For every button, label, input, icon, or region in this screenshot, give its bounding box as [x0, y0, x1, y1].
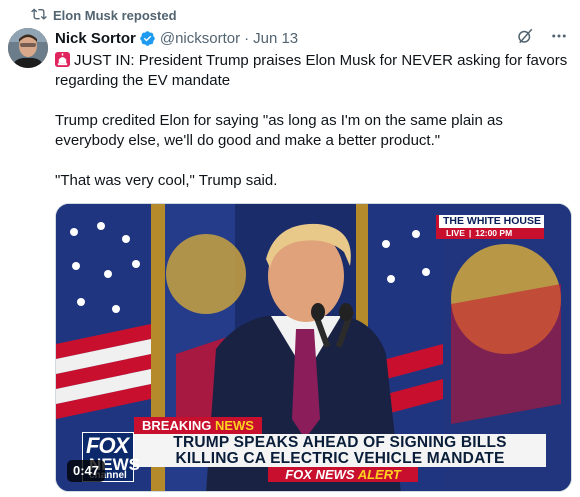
author-handle[interactable]: @nicksortor: [160, 30, 240, 47]
post-line-2: Trump credited Elon for saying "as long …: [55, 112, 503, 149]
alert-label-1: FOX NEWS: [285, 467, 355, 482]
grok-icon[interactable]: [516, 27, 534, 49]
repost-label: Elon Musk reposted: [53, 8, 177, 23]
post-line-3: "That was very cool," Trump said.: [55, 172, 278, 189]
post-text: JUST IN: President Trump praises Elon Mu…: [55, 51, 570, 191]
live-bar: LIVE | 12:00 PM: [436, 228, 544, 239]
separator-dot: ·: [244, 29, 250, 47]
repost-indicator[interactable]: Elon Musk reposted: [31, 6, 177, 25]
location-title: THE WHITE HOUSE: [436, 215, 544, 228]
siren-icon: [55, 52, 70, 67]
breaking-news-label: NEWS: [214, 418, 254, 433]
headline-line-2: KILLING CA ELECTRIC VEHICLE MANDATE: [175, 450, 505, 467]
breaking-label: BREAKING: [142, 418, 212, 433]
repost-icon: [31, 6, 47, 25]
alert-label-2: ALERT: [357, 467, 401, 482]
avatar[interactable]: [8, 28, 48, 68]
video-player[interactable]: THE WHITE HOUSE LIVE | 12:00 PM BREAKING N…: [55, 203, 572, 492]
post-paragraph: JUST IN: President Trump praises Elon Mu…: [55, 51, 570, 91]
live-label: LIVE: [446, 228, 465, 238]
breaking-news-banner: BREAKING NEWS: [134, 417, 262, 435]
headline-line-1: TRUMP SPEAKS AHEAD OF SIGNING BILLS: [173, 434, 507, 451]
live-time: 12:00 PM: [475, 228, 513, 238]
post-date[interactable]: Jun 13: [253, 30, 298, 47]
verified-badge-icon: [139, 30, 156, 47]
news-alert-banner: FOX NEWS ALERT: [268, 467, 418, 482]
post-header: Nick Sortor @nicksortor · Jun 13: [55, 28, 568, 48]
more-icon[interactable]: [550, 27, 568, 49]
location-banner: THE WHITE HOUSE LIVE | 12:00 PM: [436, 215, 544, 239]
author-name[interactable]: Nick Sortor: [55, 30, 136, 47]
video-duration: 0:47: [67, 460, 106, 482]
live-separator: |: [468, 228, 472, 238]
post-line-1: JUST IN: President Trump praises Elon Mu…: [55, 52, 568, 89]
chyron-headline: TRUMP SPEAKS AHEAD OF SIGNING BILLS KILL…: [134, 434, 546, 467]
